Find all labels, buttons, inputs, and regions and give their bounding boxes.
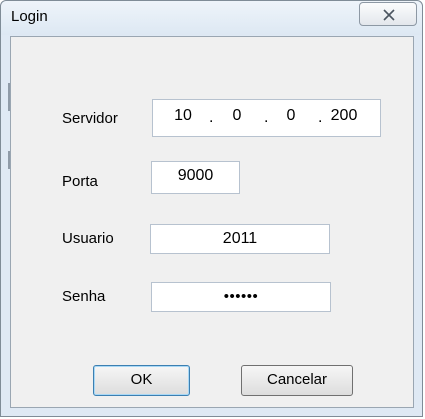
ip-dot: . <box>264 109 269 126</box>
porta-label: Porta <box>62 173 98 190</box>
ip-segment-2[interactable]: 0 <box>219 107 255 125</box>
ip-segment-1[interactable]: 10 <box>165 107 201 125</box>
servidor-ip-input[interactable]: 10 . 0 . 0 . 200 <box>152 99 381 137</box>
porta-input[interactable]: 9000 <box>151 161 240 194</box>
window-title: Login <box>11 8 48 25</box>
title-bar[interactable]: Login <box>1 1 422 35</box>
porta-value: 9000 <box>177 167 214 184</box>
ip-dot: . <box>209 109 214 126</box>
ip-segment-4[interactable]: 200 <box>326 107 362 125</box>
ip-dot: . <box>318 109 323 126</box>
close-icon <box>383 9 395 21</box>
usuario-label: Usuario <box>62 230 114 247</box>
usuario-value: 2011 <box>222 230 258 247</box>
servidor-label: Servidor <box>62 110 118 127</box>
login-window: Login Servidor 10 . 0 . 0 . 200 Porta 90… <box>0 0 423 417</box>
usuario-input[interactable]: 2011 <box>150 224 330 254</box>
cancelar-button[interactable]: Cancelar <box>241 365 353 396</box>
ip-segment-3[interactable]: 0 <box>273 107 309 125</box>
senha-label: Senha <box>62 288 106 305</box>
ok-button[interactable]: OK <box>93 365 190 396</box>
senha-masked-value: •••••• <box>223 288 259 305</box>
close-button[interactable] <box>359 2 417 26</box>
dialog-content <box>10 36 414 408</box>
senha-input[interactable]: •••••• <box>151 282 331 312</box>
